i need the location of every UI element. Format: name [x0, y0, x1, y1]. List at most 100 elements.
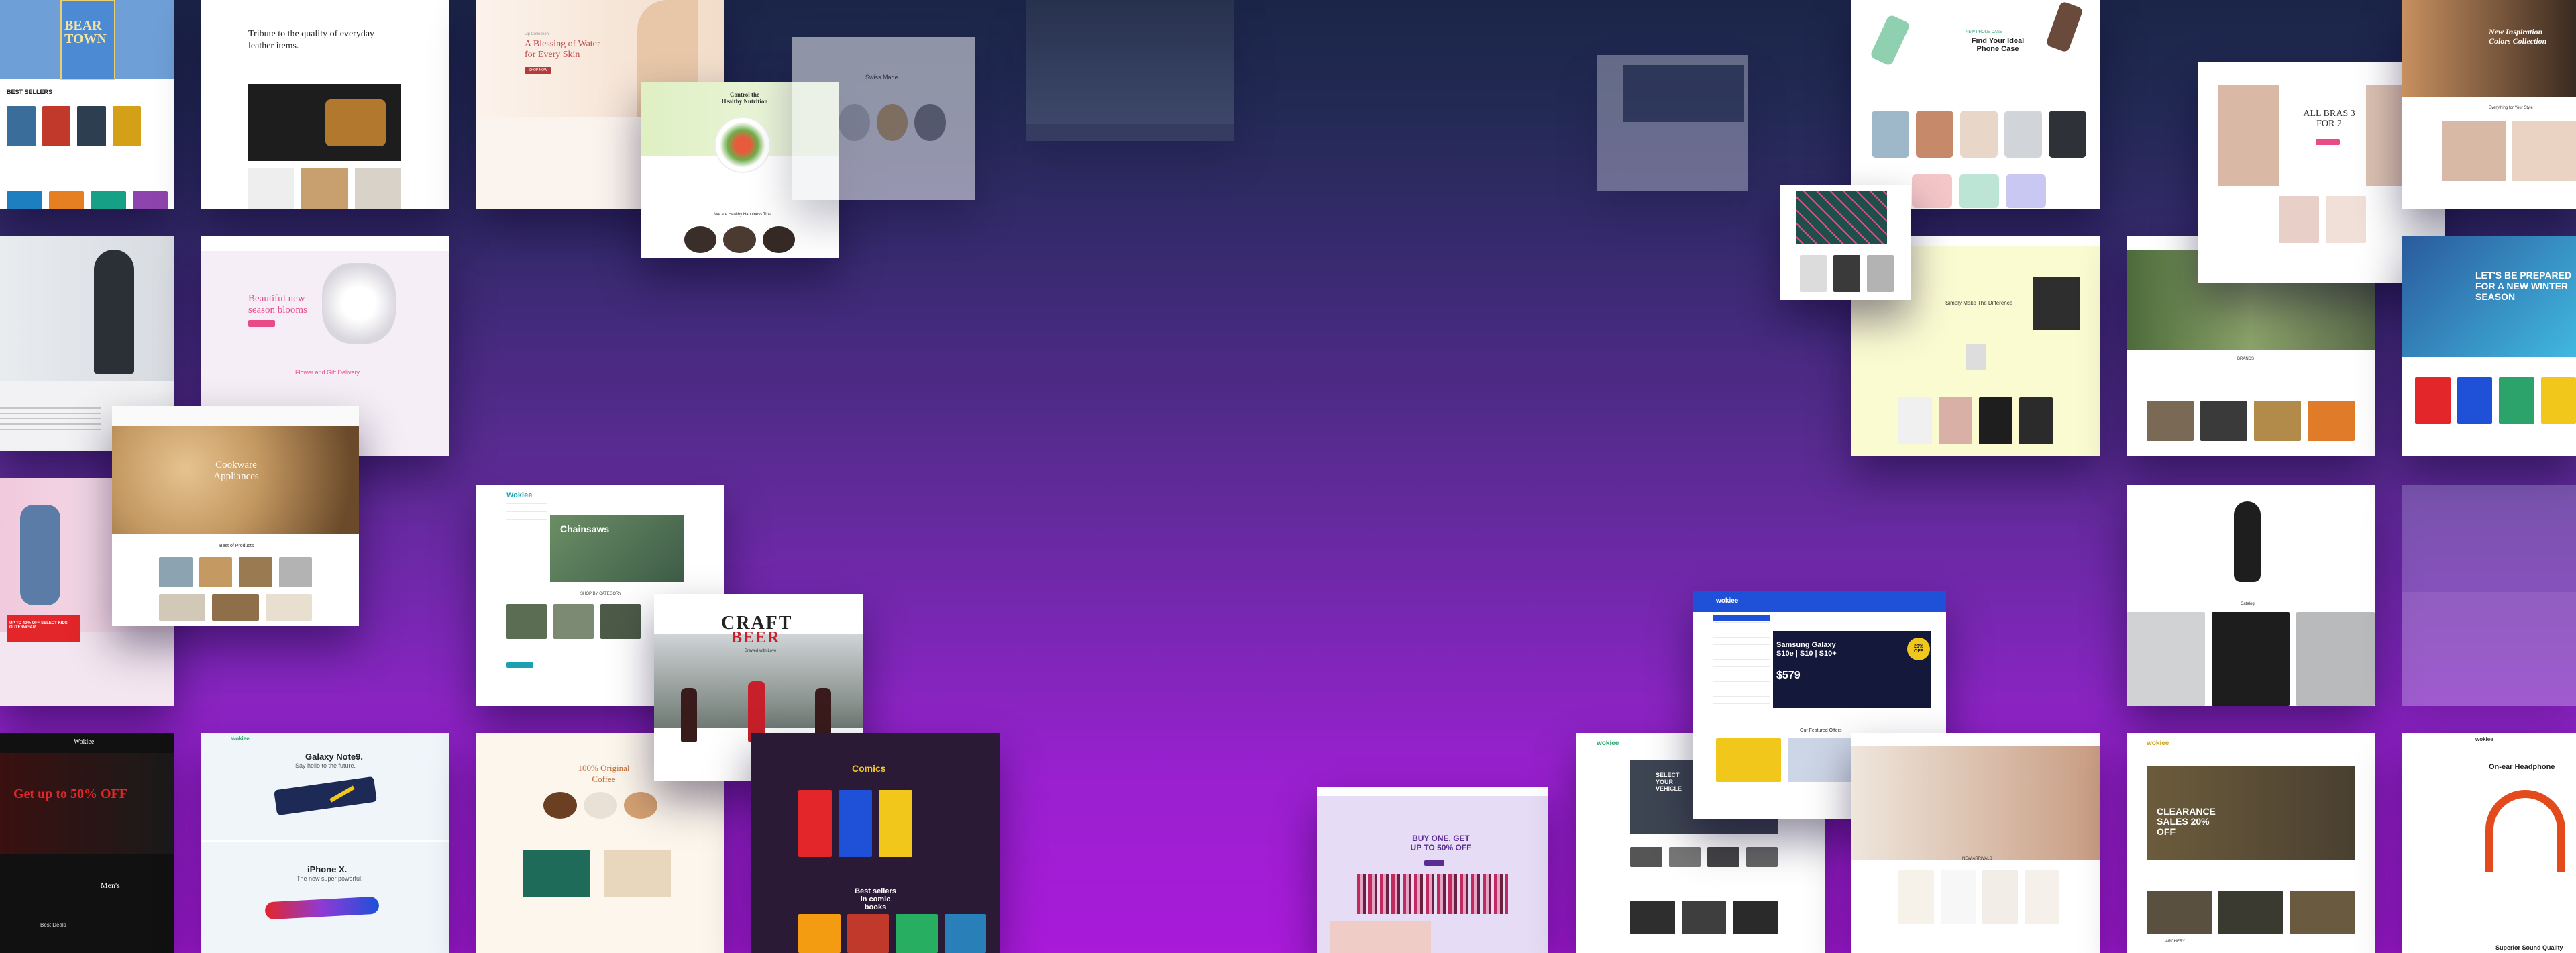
product-thumb[interactable] — [278, 557, 312, 587]
product-thumb[interactable] — [2019, 397, 2053, 444]
case-thumb[interactable] — [1912, 174, 1952, 208]
product-thumb[interactable] — [2147, 401, 2194, 441]
product-thumb[interactable] — [212, 594, 259, 621]
food-thumb[interactable] — [684, 226, 717, 253]
product-thumb[interactable] — [1898, 397, 1932, 444]
part-thumb[interactable] — [1630, 901, 1675, 934]
book-thumb[interactable] — [77, 106, 106, 146]
food-thumb[interactable] — [762, 226, 795, 253]
logo[interactable]: wokiee — [231, 736, 250, 742]
product-thumb[interactable] — [265, 594, 312, 621]
template-cookware[interactable]: Cookware Appliances Best of Products — [112, 406, 359, 626]
comic-thumb[interactable] — [847, 914, 889, 953]
template-audio[interactable]: wokiee On-ear Headphone Superior Sound Q… — [2402, 733, 2576, 953]
product-thumb[interactable] — [2279, 196, 2319, 243]
shirt-thumb[interactable] — [1800, 255, 1827, 292]
template-gothic[interactable]: Wokiee Get up to 50% OFF Men's Best Deal… — [0, 733, 174, 953]
book-thumb[interactable] — [42, 106, 70, 146]
book-thumb[interactable] — [91, 191, 126, 209]
sidebar[interactable] — [1713, 615, 1770, 709]
logo[interactable]: Wokiee — [74, 738, 94, 746]
template-vases[interactable]: Catalog — [2127, 485, 2375, 706]
product-thumb[interactable] — [2442, 121, 2506, 181]
case-thumb[interactable] — [1916, 111, 1953, 158]
tab-button[interactable] — [506, 662, 533, 668]
comic-thumb[interactable] — [798, 790, 832, 857]
template-watches[interactable]: Swiss Made — [792, 37, 975, 200]
product-thumb[interactable] — [248, 168, 295, 209]
logo[interactable]: wokiee — [1716, 597, 1738, 605]
product-thumb[interactable] — [1939, 397, 1972, 444]
category-thumb[interactable] — [2290, 891, 2355, 934]
part-thumb[interactable] — [1746, 847, 1778, 867]
logo[interactable]: wokiee — [1597, 740, 1619, 747]
template-comics[interactable]: Comics Best sellers in comic books — [751, 733, 1000, 953]
part-thumb[interactable] — [1630, 847, 1662, 867]
part-thumb[interactable] — [1733, 901, 1778, 934]
category-thumb[interactable] — [553, 604, 594, 639]
category-thumb[interactable] — [600, 604, 641, 639]
offer-tile[interactable] — [1787, 738, 1853, 782]
book-thumb[interactable] — [48, 191, 84, 209]
case-thumb[interactable] — [2004, 111, 2042, 158]
product-thumb[interactable] — [2415, 377, 2451, 424]
nav-bar[interactable] — [112, 406, 359, 426]
comic-thumb[interactable] — [896, 914, 938, 953]
template-phones[interactable]: wokiee Galaxy Note9. Say hello to the fu… — [201, 733, 449, 953]
part-thumb[interactable] — [1681, 901, 1727, 934]
bottle[interactable] — [681, 688, 697, 742]
product-thumb[interactable] — [2512, 121, 2576, 181]
template-fashion[interactable]: New Inspiration Colors Collection Everyt… — [2402, 0, 2576, 209]
product-thumb[interactable] — [2457, 377, 2492, 424]
template-books[interactable]: BEAR TOWN BEST SELLERS — [0, 0, 174, 209]
template-phone-case[interactable]: NEW PHONE CASE Find Your Ideal Phone Cas… — [1851, 0, 2100, 209]
shop-button[interactable] — [2316, 139, 2340, 145]
shirt-thumb[interactable] — [1867, 255, 1894, 292]
vase-thumb[interactable] — [2211, 612, 2290, 706]
product-thumb[interactable] — [1979, 397, 2012, 444]
logo[interactable]: wokiee — [2147, 740, 2169, 747]
watch-image[interactable] — [914, 104, 947, 141]
template-bikes[interactable] — [1597, 55, 1748, 191]
template-leather[interactable]: Tribute to the quality of everyday leath… — [201, 0, 449, 209]
nav-bar[interactable] — [201, 236, 449, 251]
product-thumb[interactable] — [2200, 401, 2247, 441]
product-thumb[interactable] — [354, 168, 401, 209]
watch-image[interactable] — [876, 104, 908, 141]
case-thumb[interactable] — [2006, 174, 2046, 208]
comic-thumb[interactable] — [798, 914, 841, 953]
case-thumb[interactable] — [1872, 111, 1909, 158]
jewel-thumb[interactable] — [2024, 870, 2059, 924]
jewel-thumb[interactable] — [1898, 870, 1934, 924]
shop-button[interactable] — [1424, 860, 1444, 866]
product-thumb[interactable] — [2308, 401, 2355, 441]
product-thumb[interactable] — [159, 557, 193, 587]
product-thumb[interactable] — [159, 594, 206, 621]
product-thumb[interactable] — [2254, 401, 2301, 441]
book-thumb[interactable] — [7, 106, 36, 146]
shirt-thumb[interactable] — [1833, 255, 1860, 292]
template-faded-right[interactable] — [2402, 485, 2576, 706]
case-thumb[interactable] — [1960, 111, 1998, 158]
template-winter[interactable]: LET'S BE PREPARED FOR A NEW WINTER SEASO… — [2402, 236, 2576, 456]
comic-thumb[interactable] — [879, 790, 912, 857]
case-thumb[interactable] — [1959, 174, 1999, 208]
logo[interactable]: wokiee — [2475, 736, 2493, 742]
product-thumb[interactable] — [2326, 196, 2366, 243]
category-thumb[interactable] — [2147, 891, 2212, 934]
jewel-thumb[interactable] — [1982, 870, 2018, 924]
nav-bar[interactable] — [1317, 787, 1548, 796]
template-cosmetics[interactable]: BUY ONE, GET UP TO 50% OFF — [1317, 787, 1548, 953]
product-thumb[interactable] — [2540, 377, 2576, 424]
product-thumb[interactable] — [199, 557, 232, 587]
food-thumb[interactable] — [723, 226, 756, 253]
product-thumb[interactable] — [301, 168, 348, 209]
comic-thumb[interactable] — [839, 790, 872, 857]
template-army[interactable]: wokiee CLEARANCE SALES 20% OFF ARCHERY — [2127, 733, 2375, 953]
logo[interactable]: Wokiee — [506, 491, 532, 499]
sidebar[interactable] — [506, 503, 547, 584]
watch-image[interactable] — [839, 104, 870, 141]
book-thumb[interactable] — [132, 191, 168, 209]
product-thumb[interactable] — [2499, 377, 2534, 424]
book-thumb[interactable] — [7, 191, 42, 209]
